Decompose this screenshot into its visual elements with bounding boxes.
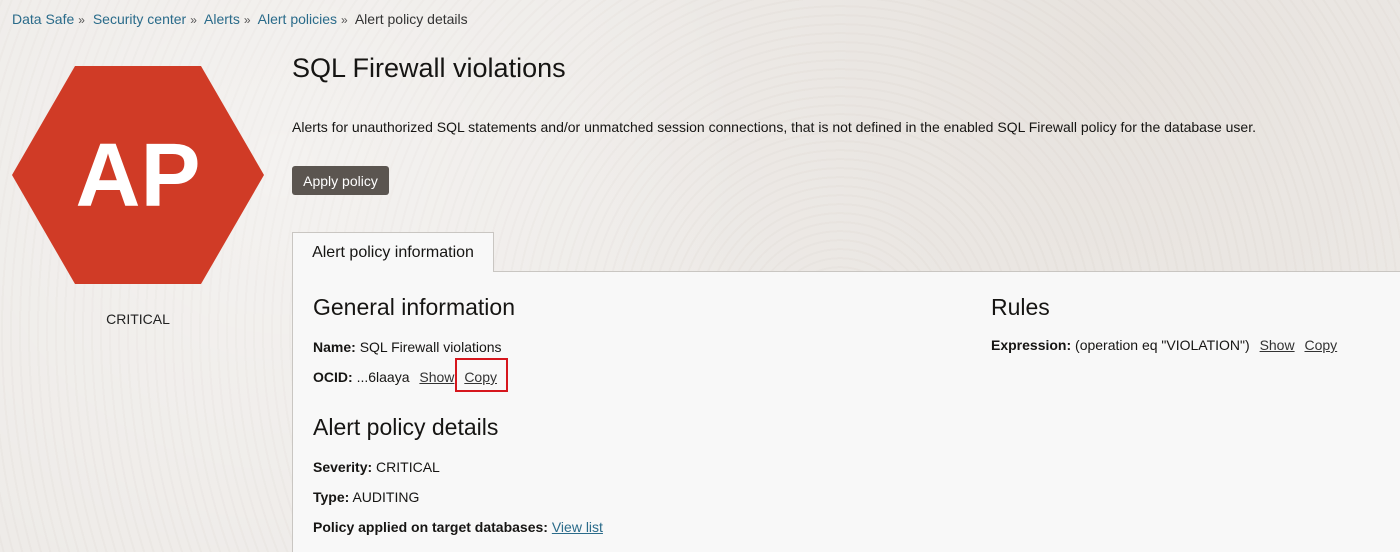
breadcrumb-separator: » [190, 13, 197, 27]
expression-field: Expression: (operation eq "VIOLATION") S… [991, 337, 1337, 353]
expression-label: Expression: [991, 337, 1072, 353]
name-field: Name: SQL Firewall violations [313, 339, 502, 355]
ocid-field: OCID: ...6laaya Show Copy [313, 369, 497, 385]
name-value: SQL Firewall violations [359, 339, 502, 355]
ocid-label: OCID: [313, 369, 353, 385]
expression-value: (operation eq "VIOLATION") [1075, 337, 1250, 353]
type-field: Type: AUDITING [313, 489, 419, 505]
breadcrumb-link-security-center[interactable]: Security center [93, 11, 186, 27]
policy-description: Alerts for unauthorized SQL statements a… [292, 119, 1256, 135]
breadcrumb: Data Safe» Security center» Alerts» Aler… [12, 11, 468, 27]
breadcrumb-separator: » [341, 13, 348, 27]
expression-show-link[interactable]: Show [1260, 337, 1295, 353]
alert-policy-details-heading: Alert policy details [313, 414, 499, 440]
severity-badge-label: CRITICAL [106, 311, 170, 327]
breadcrumb-current: Alert policy details [354, 11, 468, 27]
target-databases-label: Policy applied on target databases: [313, 519, 548, 535]
severity-value: CRITICAL [376, 459, 440, 475]
apply-policy-button[interactable]: Apply policy [292, 166, 389, 195]
breadcrumb-separator: » [78, 13, 85, 27]
type-value: AUDITING [352, 489, 420, 505]
ocid-copy-link[interactable]: Copy [464, 369, 497, 385]
severity-field: Severity: CRITICAL [313, 459, 440, 475]
breadcrumb-link-alerts[interactable]: Alerts [204, 11, 240, 27]
view-list-link[interactable]: View list [552, 519, 603, 535]
hexagon-icon: AP [12, 66, 264, 284]
type-label: Type: [313, 489, 350, 505]
breadcrumb-link-alert-policies[interactable]: Alert policies [258, 11, 337, 27]
hexagon-badge-graphic: AP [12, 66, 264, 284]
name-label: Name: [313, 339, 356, 355]
tab-alert-policy-information[interactable]: Alert policy information [292, 232, 494, 272]
breadcrumb-separator: » [243, 13, 251, 27]
page-title: SQL Firewall violations [292, 53, 566, 83]
breadcrumb-link-data-safe[interactable]: Data Safe [12, 11, 74, 27]
ocid-value: ...6laaya [356, 369, 410, 385]
badge-initials: AP [75, 126, 200, 226]
expression-copy-link[interactable]: Copy [1304, 337, 1337, 353]
ocid-show-link[interactable]: Show [419, 369, 454, 385]
severity-label: Severity: [313, 459, 373, 475]
general-information-heading: General information [313, 294, 515, 320]
rules-heading: Rules [991, 294, 1050, 320]
target-databases-field: Policy applied on target databases: View… [313, 519, 603, 535]
